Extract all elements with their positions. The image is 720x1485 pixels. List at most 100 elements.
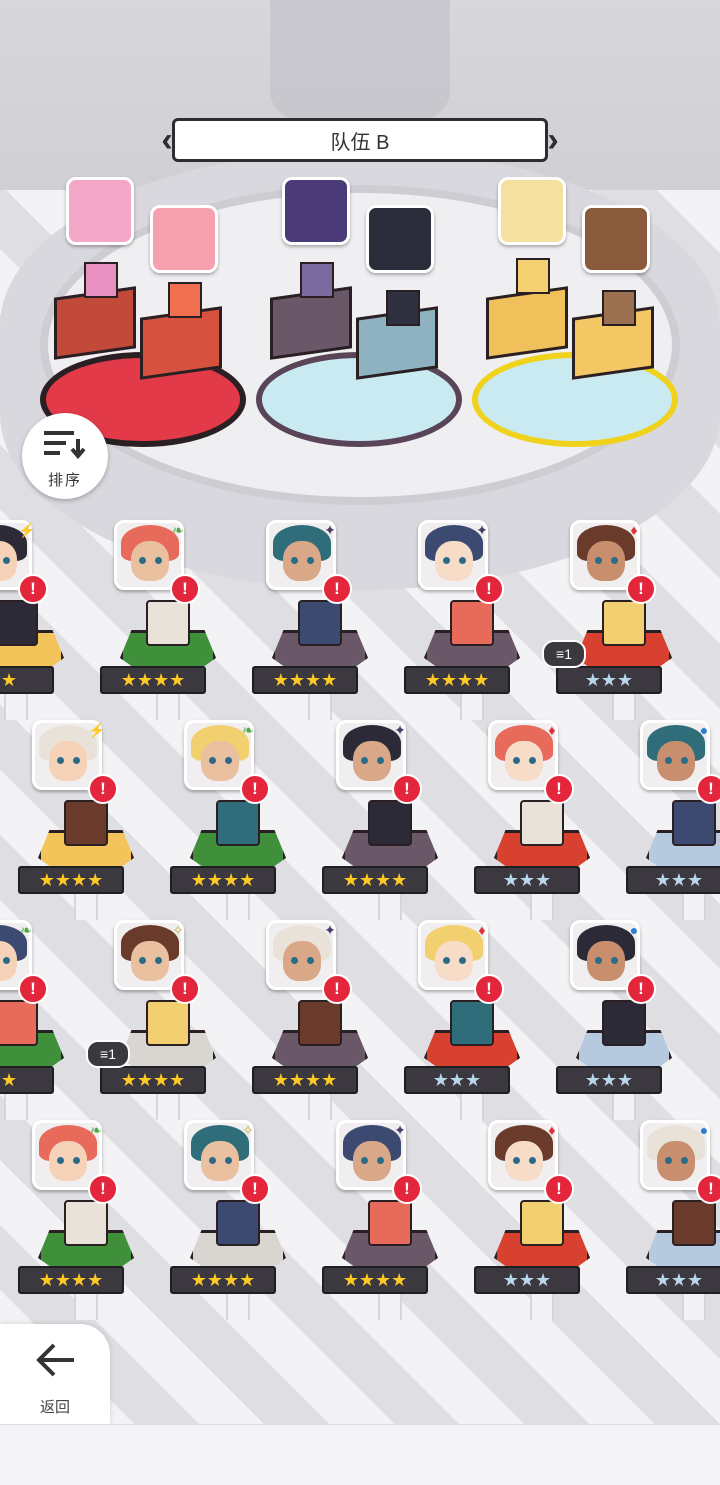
hero-star-rating: ★★★ [404,1066,510,1094]
hero-star-rating: ★★★★ [322,866,428,894]
light-element-icon: ⚡ [88,722,106,738]
hero-star-rating: ★★★ [556,666,662,694]
hero-eye [377,757,384,764]
hero-star-rating: ★★★★ [18,1266,124,1294]
hero-card[interactable]: ★★★ ♦! ≡1 [542,520,692,720]
sort-icon [44,431,86,460]
hero-face [657,1141,695,1181]
hero-sprite [298,1000,342,1046]
duplicate-count-badge: ≡1 [86,1040,130,1068]
hero-card[interactable]: ★★★ ♦! [474,1120,610,1320]
hero-face [353,1141,391,1181]
hero-face [131,941,169,981]
hero-card[interactable]: ★★★★ ❧! [170,720,306,920]
hero-eye [139,557,146,564]
water-element-icon: ● [699,722,709,738]
hero-card[interactable]: ★★★★ ✦! [252,520,388,720]
hero-eye [3,957,10,964]
next-team-button[interactable]: › [540,118,566,162]
hero-card[interactable]: ★★★★ ✧! ≡1 [86,920,236,1120]
hero-card[interactable]: ★★★★ ✦! [404,520,540,720]
hero-card[interactable]: ★★ ⚡! [0,520,84,720]
hero-sprite [146,1000,190,1046]
hero-eye [291,557,298,564]
hero-star-rating: ★★★★ [100,666,206,694]
hero-eye [611,957,618,964]
alert-badge: ! [240,774,270,804]
hero-card[interactable]: ★★ ❧! [0,920,84,1120]
hero-card[interactable]: ★★★★ ✦! [322,720,458,920]
duplicate-count: 1 [564,646,572,662]
team-title: 队伍 B [172,118,548,162]
hero-card[interactable]: ★★★ ●! [626,1120,720,1320]
wind-element-icon: ❧ [242,722,254,738]
hero-card[interactable]: ★★★★ ✦! [252,920,388,1120]
hero-face [587,541,625,581]
hero-card[interactable]: ★★★★ ✧! [170,1120,306,1320]
hero-face [201,741,239,781]
duplicate-count-badge: ≡1 [542,640,586,668]
hero-card[interactable]: ★★★★ ❧! [18,1120,154,1320]
dark-element-icon: ✦ [394,722,406,738]
team-member-portrait[interactable] [582,205,650,273]
team-selector: ‹ 队伍 B › [160,118,560,162]
hero-star-rating: ★★★★ [252,1066,358,1094]
hero-star-rating: ★★★ [626,866,720,894]
alert-badge: ! [626,974,656,1004]
hero-sprite [216,800,260,846]
hero-sprite [450,600,494,646]
hero-eye [459,957,466,964]
hero-eye [595,957,602,964]
hero-sprite [64,800,108,846]
team-member-portrait[interactable] [282,177,350,245]
hero-face [505,741,543,781]
alert-badge: ! [696,1174,720,1204]
hero-sprite [450,1000,494,1046]
stone-element-icon: ✧ [242,1122,254,1138]
wind-element-icon: ❧ [90,1122,102,1138]
hero-star-rating: ★★★ [474,1266,580,1294]
hero-card[interactable]: ★★★★ ⚡! [18,720,154,920]
hero-card[interactable]: ★★★★ ❧! [100,520,236,720]
hero-eye [361,757,368,764]
hero-face [353,741,391,781]
hero-eye [443,957,450,964]
team-sprite [84,262,118,298]
hero-card[interactable]: ★★★ ♦! [404,920,540,1120]
alert-badge: ! [322,574,352,604]
dark-element-icon: ✦ [476,522,488,538]
hero-sprite [0,1000,38,1046]
hero-card[interactable]: ★★★ ♦! [474,720,610,920]
hero-face [131,541,169,581]
hero-eye [291,957,298,964]
hero-eye [209,1157,216,1164]
team-member-portrait[interactable] [366,205,434,273]
hero-sprite [368,1200,412,1246]
hero-eye [73,757,80,764]
hero-eye [529,757,536,764]
hero-star-rating: ★★★★ [404,666,510,694]
hero-sprite [146,600,190,646]
hero-face [283,541,321,581]
team-member-portrait[interactable] [150,205,218,273]
hero-card[interactable]: ★★★★ ✦! [322,1120,458,1320]
hero-sprite [64,1200,108,1246]
back-button[interactable]: 返回 [0,1324,110,1424]
hero-face [283,941,321,981]
hero-card[interactable]: ★★★ ●! [556,920,692,1120]
hero-face [435,541,473,581]
hero-eye [307,957,314,964]
hero-sprite [216,1200,260,1246]
hero-star-rating: ★★★ [626,1266,720,1294]
sort-button[interactable]: 排序 [22,413,108,499]
hero-sprite [368,800,412,846]
hero-eye [307,557,314,564]
team-member-portrait[interactable] [498,177,566,245]
hero-card[interactable]: ★★★ ●! [626,720,720,920]
water-element-icon: ● [629,922,639,938]
team-sprite [386,290,420,326]
team-member-portrait[interactable] [66,177,134,245]
alert-badge: ! [696,774,720,804]
hero-star-rating: ★★★★ [18,866,124,894]
hero-star-rating: ★★★★ [170,866,276,894]
